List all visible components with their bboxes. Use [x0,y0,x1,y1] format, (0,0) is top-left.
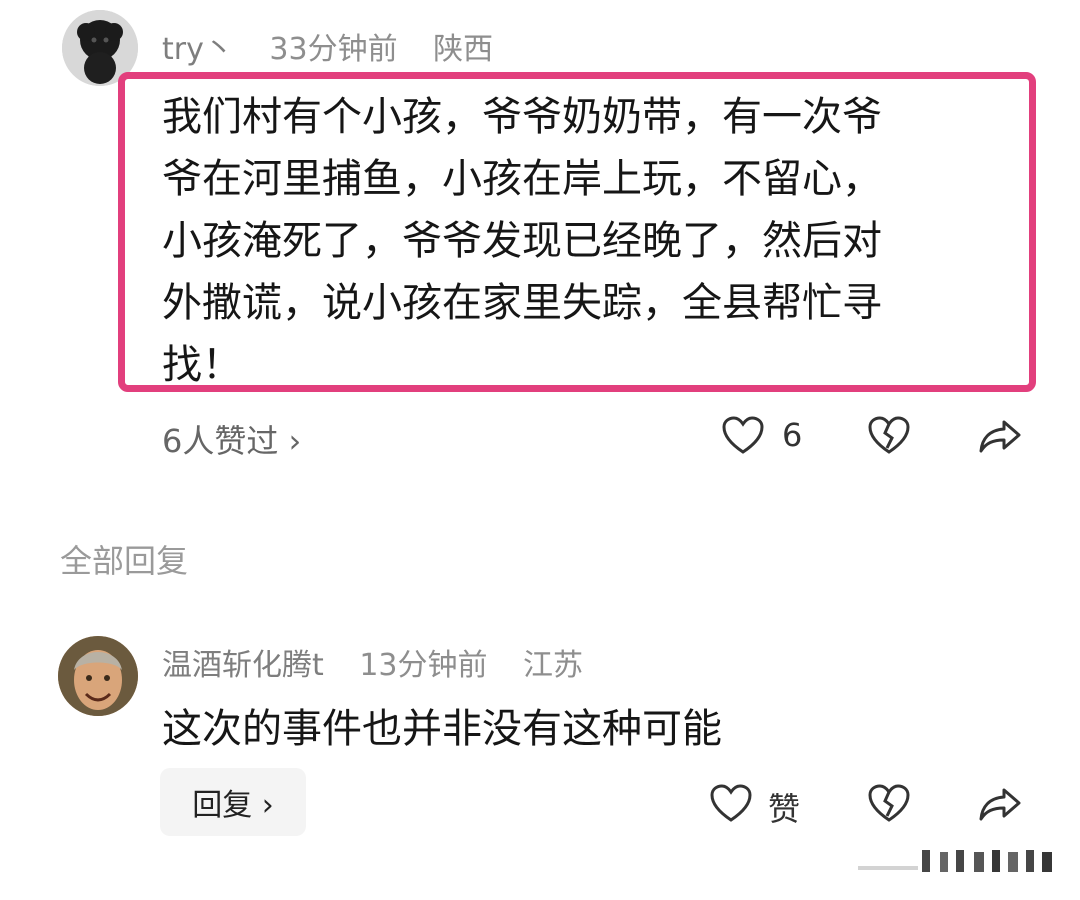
reply-text: 这次的事件也并非没有这种可能 [162,706,722,752]
comment-line: 爷在河里捕鱼，小孩在岸上玩，不留心， [162,156,882,202]
comment-line: 小孩淹死了，爷爷发现已经晚了，然后对 [162,218,882,264]
heart-icon[interactable] [722,416,764,456]
location: 陕西 [433,32,494,67]
section-title: 全部回复 [60,542,189,580]
likes-link[interactable]: 6人赞过 › [162,416,301,462]
comment-line: 外撒谎，说小孩在家里失踪，全县帮忙寻 [162,280,882,326]
watermark-logo [858,846,1058,880]
share-arrow-icon[interactable] [978,786,1022,822]
comment-line: 我们村有个小孩，爷爷奶奶带，有一次爷 [162,94,882,140]
username[interactable]: try丶 [162,32,234,67]
reply-meta: 温酒斩化腾t 13分钟前 江苏 [162,640,609,684]
timestamp: 13分钟前 [359,648,488,683]
broken-heart-icon[interactable] [868,784,910,824]
like-count: 6 [782,416,803,454]
reply-button[interactable]: 回复 › [160,768,306,836]
comment-text: 我们村有个小孩，爷爷奶奶带，有一次爷 爷在河里捕鱼，小孩在岸上玩，不留心， 小孩… [162,86,1022,396]
comment-line: 找！ [162,342,242,388]
like-label[interactable]: 赞 [768,784,800,830]
broken-heart-icon[interactable] [868,416,910,456]
comment-meta: try丶 33分钟前 陕西 [162,24,519,68]
timestamp: 33分钟前 [269,32,398,67]
location: 江苏 [523,648,584,683]
person-avatar-image [58,636,138,716]
avatar[interactable] [58,636,138,716]
heart-icon[interactable] [710,784,752,824]
username[interactable]: 温酒斩化腾t [162,648,324,683]
share-arrow-icon[interactable] [978,418,1022,454]
